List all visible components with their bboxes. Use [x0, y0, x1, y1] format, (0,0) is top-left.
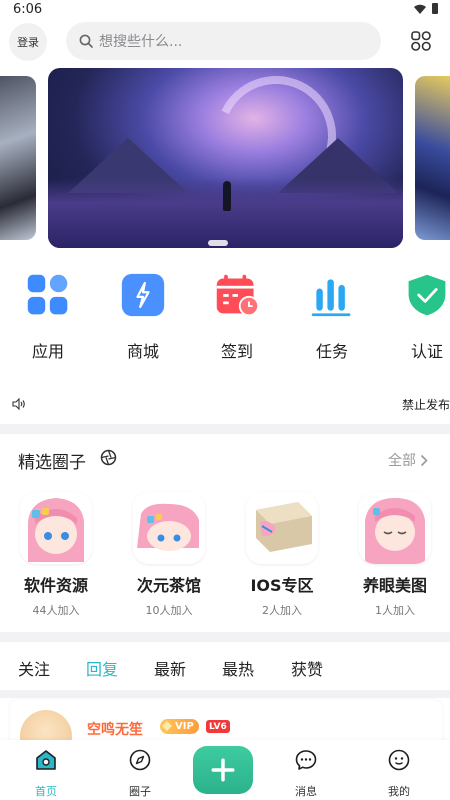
quick-item-label: 签到 [220, 342, 253, 361]
quick-item-label: 商城 [126, 342, 159, 361]
circle-name: 软件资源 [23, 576, 88, 595]
quick-item-checkin[interactable]: 签到 [207, 262, 267, 362]
nav-label: 消息 [295, 785, 317, 798]
quick-item-label: 应用 [31, 342, 64, 361]
search-icon [79, 34, 93, 48]
lightning-icon [118, 270, 168, 320]
profile-icon [388, 749, 410, 771]
shield-check-icon [402, 270, 450, 320]
feed-tabs: 关注 回复 最新 最热 获赞 [0, 648, 450, 688]
app-screen: 6:06 登录 想搜些什么... 应用 商城 签到 任务 认证 禁止发布 精选圈… [0, 0, 450, 800]
circle-members: 1人加入 [375, 604, 415, 617]
speaker-icon [12, 398, 25, 410]
banner-main-slide[interactable] [48, 68, 403, 248]
circle-name: IOS专区 [250, 576, 314, 595]
nav-circles[interactable]: 圈子 [110, 748, 170, 799]
circle-card[interactable]: 软件资源 44人加入 [6, 492, 106, 618]
calendar-clock-icon [212, 270, 262, 320]
section-divider [0, 632, 450, 642]
circles-header: 精选圈子 全部 [0, 440, 450, 476]
view-all-circles-link[interactable]: 全部 [388, 450, 428, 470]
notice-bar[interactable]: 禁止发布 [0, 392, 450, 418]
status-bar: 6:06 [0, 0, 450, 20]
plus-icon [211, 758, 235, 782]
quick-item-verify[interactable]: 认证 [397, 262, 450, 362]
banner-prev-slide[interactable] [0, 76, 36, 240]
circle-avatar [246, 492, 318, 564]
circle-card[interactable]: 养眼美图 1人加入 [345, 492, 445, 618]
banner-next-slide[interactable] [415, 76, 450, 240]
circle-name: 养眼美图 [362, 576, 427, 595]
circle-name: 次元茶馆 [136, 576, 201, 595]
level-badge: LV6 [206, 720, 230, 733]
notice-text: 禁止发布 [402, 398, 450, 412]
post-author-name[interactable]: 空鸣无笙 [87, 719, 143, 739]
aperture-icon [100, 449, 117, 466]
circle-avatar [359, 492, 431, 564]
nav-home[interactable]: 首页 [16, 748, 76, 799]
carousel-indicator [208, 240, 228, 246]
login-button[interactable]: 登录 [9, 23, 47, 61]
wifi-icon [414, 4, 426, 14]
compass-icon [129, 749, 151, 771]
nav-messages[interactable]: 消息 [276, 748, 336, 799]
view-all-label: 全部 [388, 453, 416, 469]
tab-latest[interactable]: 最新 [154, 656, 186, 680]
tab-reply[interactable]: 回复 [86, 656, 118, 680]
top-header: 登录 想搜些什么... [0, 20, 450, 62]
circle-card[interactable]: 次元茶馆 10人加入 [119, 492, 219, 618]
quick-item-store[interactable]: 商城 [113, 262, 173, 362]
quick-item-apps[interactable]: 应用 [18, 262, 78, 362]
nav-label: 我的 [388, 785, 410, 798]
tab-liked[interactable]: 获赞 [291, 656, 323, 680]
tab-follow[interactable]: 关注 [18, 656, 50, 680]
search-bar[interactable]: 想搜些什么... [66, 22, 381, 60]
banner-figure [223, 181, 231, 211]
nav-profile[interactable]: 我的 [369, 748, 429, 799]
section-divider [0, 424, 450, 434]
battery-icon [432, 3, 438, 14]
nav-label: 首页 [35, 785, 57, 798]
circle-avatar [20, 492, 92, 564]
nav-label: 圈子 [129, 785, 151, 798]
section-divider [0, 690, 450, 698]
add-post-button[interactable] [193, 746, 253, 794]
apps-menu-icon[interactable] [410, 30, 432, 52]
status-icons [414, 3, 438, 14]
quick-menu: 应用 商城 签到 任务 认证 [0, 262, 450, 362]
circle-members: 44人加入 [32, 604, 80, 617]
quick-item-tasks[interactable]: 任务 [302, 262, 362, 362]
bar-chart-icon [307, 270, 357, 320]
circle-card[interactable]: IOS专区 2人加入 [232, 492, 332, 618]
circle-members: 2人加入 [262, 604, 302, 617]
chevron-right-icon [420, 454, 428, 466]
circle-avatar [133, 492, 205, 564]
circle-members: 10人加入 [145, 604, 193, 617]
apps-grid-icon [23, 270, 73, 320]
section-title: 精选圈子 [18, 453, 86, 473]
vip-badge: VIP [160, 719, 199, 734]
search-placeholder: 想搜些什么... [99, 34, 183, 50]
chat-icon [295, 750, 317, 770]
quick-item-label: 任务 [315, 342, 348, 361]
tab-hottest[interactable]: 最热 [222, 656, 254, 680]
home-icon [36, 750, 56, 770]
quick-item-label: 认证 [410, 342, 443, 361]
status-time: 6:06 [13, 2, 43, 17]
